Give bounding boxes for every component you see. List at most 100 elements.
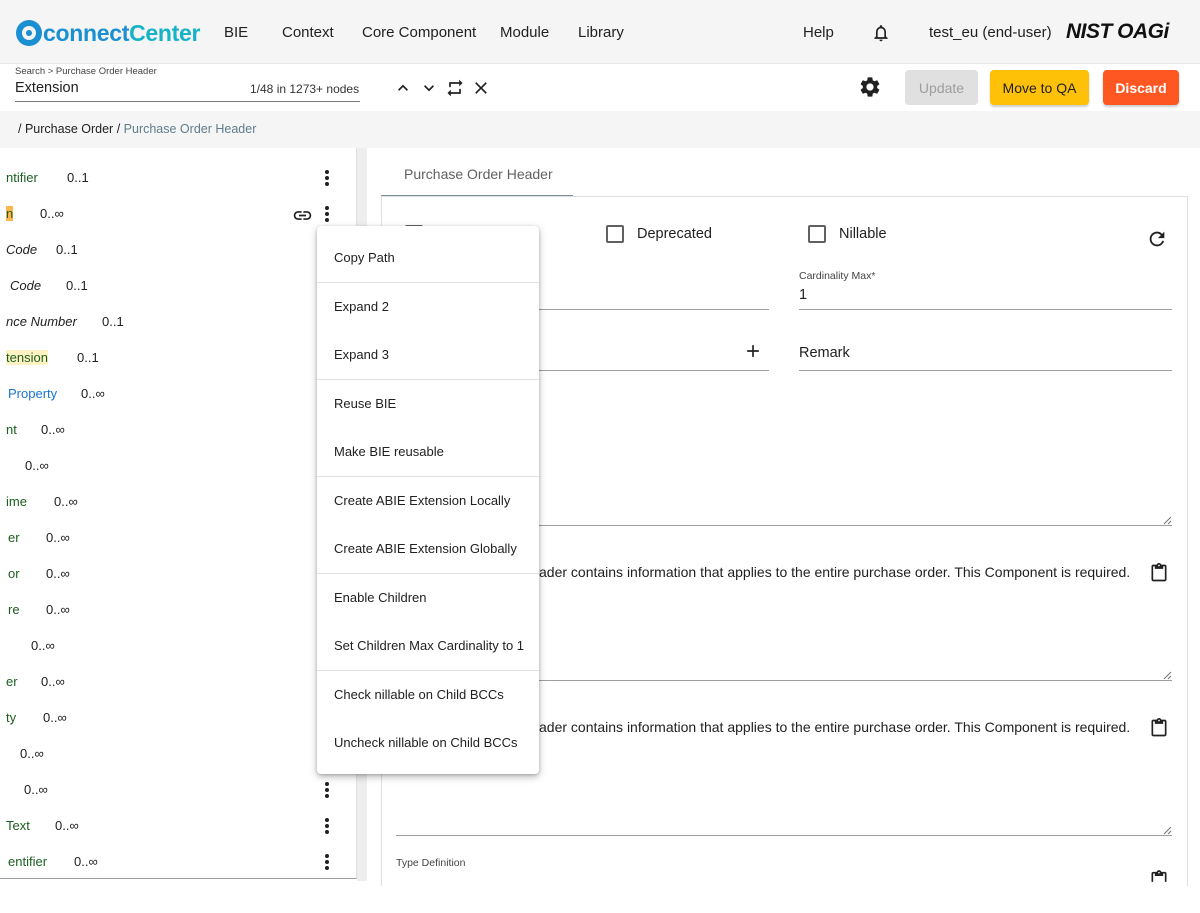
clipboard-icon[interactable] — [1149, 716, 1169, 740]
resize-handle-icon[interactable] — [1163, 671, 1172, 680]
add-icon[interactable] — [743, 341, 763, 361]
tree-row[interactable]: or 0..∞ — [0, 566, 310, 586]
logo-icon — [16, 20, 42, 46]
nav-help[interactable]: Help — [803, 24, 834, 41]
tree-node-cardinality: 0..∞ — [54, 494, 78, 509]
close-icon[interactable] — [471, 78, 491, 98]
tree-node-name: entifier — [8, 854, 48, 869]
nav-module[interactable]: Module — [500, 24, 549, 41]
menu-item-create-extension-locally[interactable]: Create ABIE Extension Locally — [334, 493, 510, 508]
remark-input[interactable]: Remark — [799, 345, 850, 361]
cardinality-max-input[interactable]: 1 — [799, 287, 807, 303]
tree-node-name: n — [6, 206, 14, 221]
nav-bie[interactable]: BIE — [224, 24, 248, 41]
repeat-icon[interactable] — [445, 78, 465, 98]
chevron-down-icon[interactable] — [419, 78, 439, 98]
tree-row[interactable]: ty 0..∞ — [0, 710, 310, 730]
tree-node-name: tension — [6, 350, 48, 365]
menu-item-set-children-max-cardinality[interactable]: Set Children Max Cardinality to 1 — [334, 638, 524, 653]
menu-item-reuse-bie[interactable]: Reuse BIE — [334, 396, 396, 411]
tab-purchase-order-header[interactable]: Purchase Order Header — [404, 166, 553, 182]
notification-bell-icon[interactable] — [871, 22, 891, 44]
tree-row[interactable]: Property 0..∞ — [0, 386, 310, 406]
definition-text-2: ader contains information that applies t… — [539, 719, 1131, 735]
definition-underline — [539, 680, 1172, 681]
tree-row[interactable]: ime 0..∞ — [0, 494, 310, 514]
refresh-icon[interactable] — [1146, 228, 1168, 250]
tree-node-cardinality: 0..1 — [102, 314, 124, 329]
gear-icon[interactable] — [858, 75, 882, 99]
clipboard-icon[interactable] — [1149, 870, 1169, 882]
tree-node-cardinality: 0..1 — [77, 350, 99, 365]
nav-library[interactable]: Library — [578, 24, 624, 41]
tree-node-name: er — [8, 530, 20, 545]
chevron-up-icon[interactable] — [393, 78, 413, 98]
tree-row[interactable]: er 0..∞ — [0, 530, 310, 550]
breadcrumb-parent[interactable]: Purchase Order — [25, 122, 113, 136]
tree-row[interactable]: re 0..∞ — [0, 602, 310, 622]
connect-center-logo[interactable]: connect Center — [16, 19, 200, 47]
clipboard-icon[interactable] — [1149, 561, 1169, 585]
menu-item-create-extension-globally[interactable]: Create ABIE Extension Globally — [334, 541, 517, 556]
menu-item-expand-2[interactable]: Expand 2 — [334, 299, 389, 314]
tree-row[interactable]: 0..∞ — [0, 782, 356, 802]
logo-text-center: Center — [129, 19, 201, 46]
tree-row[interactable]: 0..∞ — [0, 746, 310, 766]
menu-item-uncheck-nillable[interactable]: Uncheck nillable on Child BCCs — [334, 735, 518, 750]
tree-node-name: ime — [6, 494, 27, 509]
more-vert-icon[interactable] — [325, 206, 329, 222]
menu-item-check-nillable[interactable]: Check nillable on Child BCCs — [334, 687, 504, 702]
nav-context[interactable]: Context — [282, 24, 334, 41]
tree-node-cardinality: 0..1 — [67, 170, 89, 185]
tree-row[interactable]: ntifier 0..1 — [0, 170, 356, 190]
move-to-qa-button[interactable]: Move to QA — [990, 70, 1089, 105]
deprecated-checkbox[interactable] — [606, 225, 624, 243]
more-vert-icon[interactable] — [325, 854, 329, 870]
tree-node-name: ty — [6, 710, 17, 725]
type-definition-label: Type Definition — [396, 857, 466, 869]
tree-node-name: er — [6, 674, 18, 689]
menu-item-make-bie-reusable[interactable]: Make BIE reusable — [334, 444, 444, 459]
more-vert-icon[interactable] — [325, 782, 329, 798]
tree-row[interactable]: entifier 0..∞ — [0, 854, 356, 874]
more-vert-icon[interactable] — [325, 170, 329, 186]
logo-text-connect: connect — [43, 19, 130, 46]
tree-node-cardinality: 0..∞ — [25, 458, 49, 473]
breadcrumb: / Purchase Order / Purchase Order Header — [18, 122, 256, 136]
tree-node-cardinality: 0..∞ — [41, 422, 65, 437]
menu-item-enable-children[interactable]: Enable Children — [334, 590, 427, 605]
tree-row[interactable]: er 0..∞ — [0, 674, 310, 694]
tree-row[interactable]: Code 0..1 — [0, 278, 310, 298]
user-menu[interactable]: test_eu (end-user) — [929, 24, 1052, 41]
discard-button[interactable]: Discard — [1103, 70, 1179, 105]
resize-handle-icon[interactable] — [1163, 516, 1172, 525]
tree-node-cardinality: 0..∞ — [20, 746, 44, 761]
tree-row[interactable]: tension 0..1 — [0, 350, 310, 370]
update-button[interactable]: Update — [905, 70, 978, 105]
menu-item-expand-3[interactable]: Expand 3 — [334, 347, 389, 362]
nist-oagi-logo: NIST OAGi — [1066, 20, 1169, 43]
nillable-checkbox[interactable] — [808, 225, 826, 243]
tree-row[interactable]: Code 0..1 — [0, 242, 310, 262]
tree-row[interactable]: Text 0..∞ — [0, 818, 356, 838]
link-icon[interactable] — [292, 205, 313, 226]
nillable-label: Nillable — [839, 226, 887, 242]
menu-divider — [317, 282, 539, 283]
cardinality-min-underline — [539, 309, 769, 310]
more-vert-icon[interactable] — [325, 818, 329, 834]
tree-node-name: or — [8, 566, 20, 581]
resize-handle-icon[interactable] — [1163, 826, 1172, 835]
search-underline — [15, 101, 360, 102]
tree-row[interactable]: 0..∞ — [0, 458, 310, 478]
tree-row[interactable]: 0..∞ — [0, 638, 310, 658]
tree-node-cardinality: 0..∞ — [46, 530, 70, 545]
nav-core-component[interactable]: Core Component — [362, 24, 476, 41]
menu-divider — [317, 670, 539, 671]
tree-node-cardinality: 0..∞ — [40, 206, 64, 221]
search-input[interactable]: Extension — [15, 80, 79, 96]
tree-node-cardinality: 0..1 — [66, 278, 88, 293]
menu-item-copy-path[interactable]: Copy Path — [334, 250, 395, 265]
tree-row[interactable]: n 0..∞ — [0, 205, 356, 226]
tree-row[interactable]: nce Number 0..1 — [0, 314, 310, 334]
tree-row[interactable]: nt 0..∞ — [0, 422, 310, 442]
